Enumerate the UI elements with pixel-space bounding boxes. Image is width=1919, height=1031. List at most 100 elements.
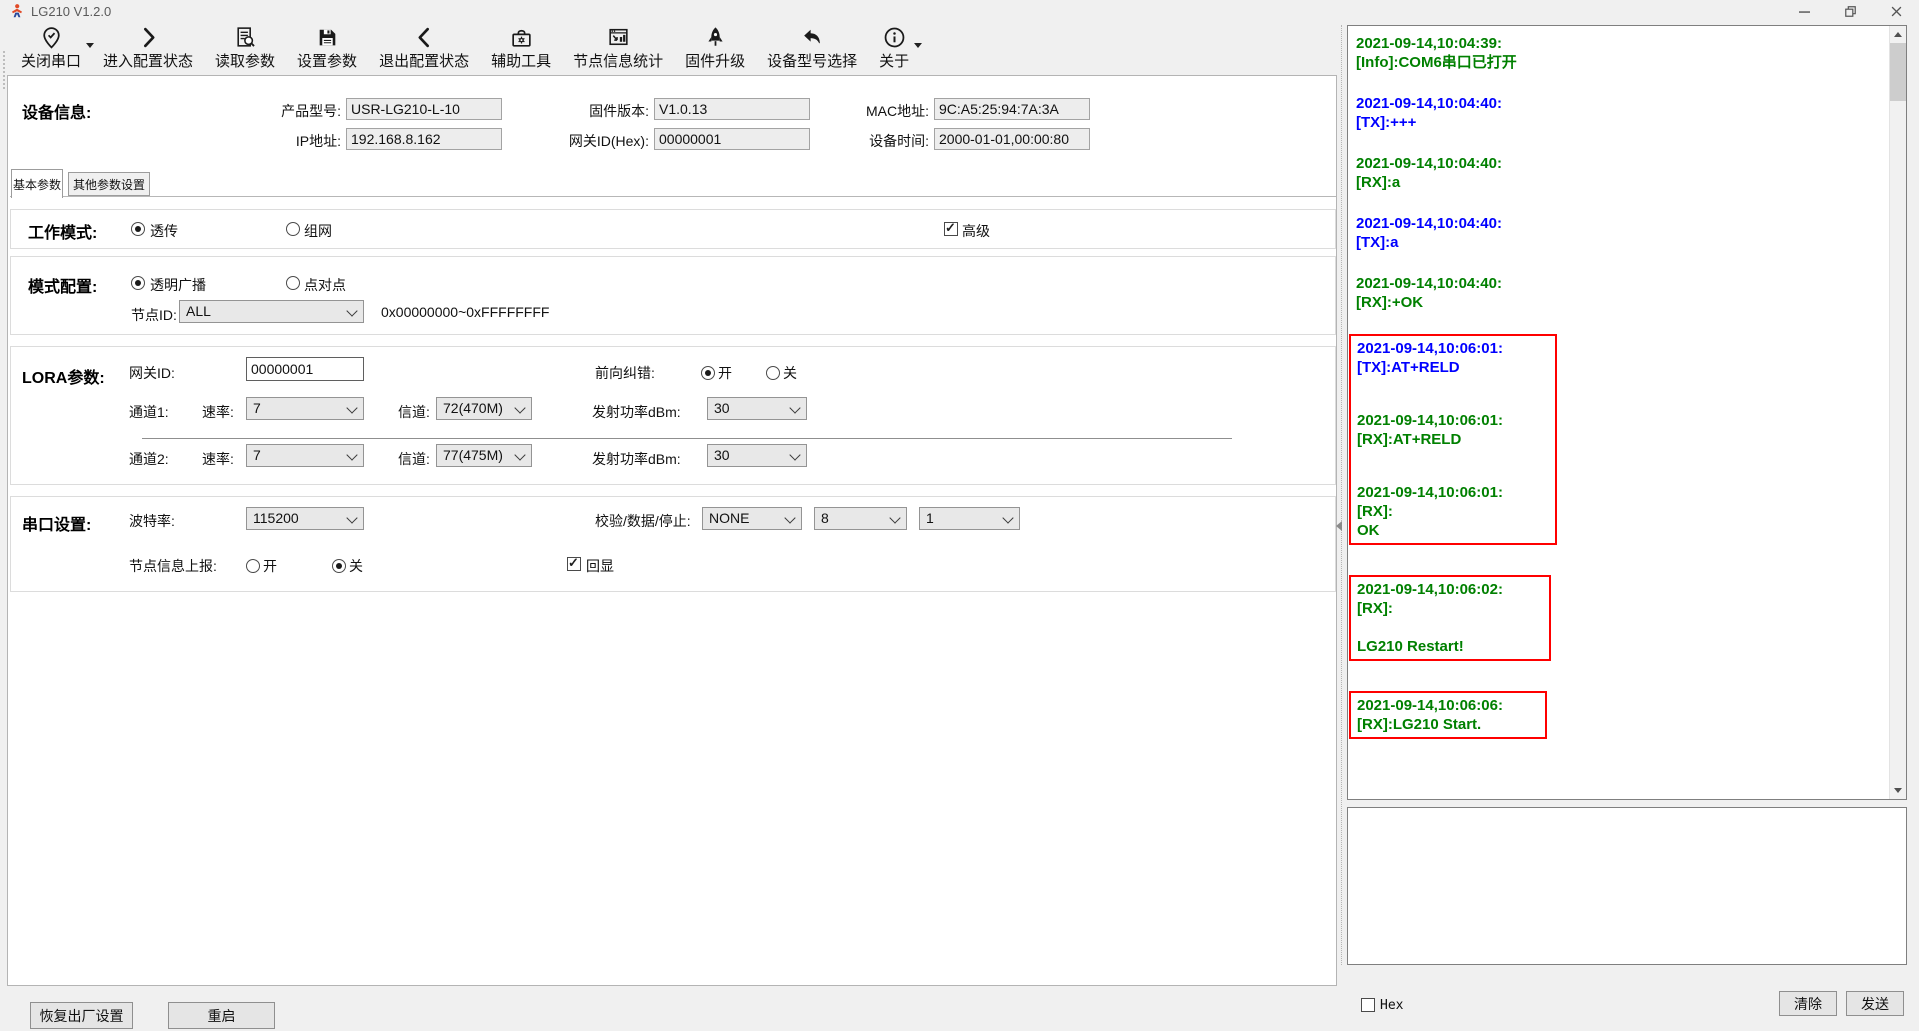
radio-label-networking[interactable]: 组网 bbox=[304, 221, 332, 241]
chevron-down-icon bbox=[889, 512, 900, 523]
channel2-power-select[interactable]: 30 bbox=[707, 444, 807, 467]
radio-transparent-broadcast[interactable] bbox=[131, 276, 145, 290]
field-label-gateway-id-hex: 网关ID(Hex): bbox=[529, 131, 649, 151]
radio-label-fec-on[interactable]: 开 bbox=[718, 363, 732, 383]
gateway-id-input[interactable] bbox=[246, 357, 364, 381]
radio-report-on[interactable] bbox=[246, 559, 260, 573]
radio-fec-on[interactable] bbox=[701, 366, 715, 380]
log-timestamp: 2021-09-14,10:04:39: bbox=[1356, 34, 1889, 53]
toolbar-item-node-stats[interactable]: 节点信息统计 bbox=[562, 23, 674, 71]
log-scrollbar[interactable] bbox=[1889, 26, 1906, 799]
channel2-chan-select[interactable]: 77(475M) bbox=[436, 444, 532, 467]
panel-splitter[interactable] bbox=[1341, 25, 1342, 965]
scroll-up-icon[interactable] bbox=[1890, 26, 1906, 43]
echo-checkbox[interactable] bbox=[567, 557, 581, 571]
node-id-select[interactable]: ALL bbox=[179, 300, 364, 323]
radio-label-transparent-broadcast[interactable]: 透明广播 bbox=[150, 275, 206, 295]
radio-label-report-off[interactable]: 关 bbox=[349, 556, 363, 576]
scroll-down-icon[interactable] bbox=[1890, 782, 1906, 799]
parity-data-stop-label: 校验/数据/停止: bbox=[595, 511, 691, 531]
mode-config-title: 模式配置: bbox=[28, 273, 97, 297]
tab-label: 其他参数设置 bbox=[73, 176, 145, 193]
product-model-field[interactable] bbox=[346, 98, 502, 120]
field-label-device-time: 设备时间: bbox=[809, 131, 929, 151]
channel1-chan-select[interactable]: 72(470M) bbox=[436, 397, 532, 420]
channel2-rate-select[interactable]: 7 bbox=[246, 444, 364, 467]
device-time-field[interactable] bbox=[934, 128, 1090, 150]
advanced-checkbox-label[interactable]: 高级 bbox=[962, 221, 990, 241]
radio-label-fec-off[interactable]: 关 bbox=[783, 363, 797, 383]
tab-other-params[interactable]: 其他参数设置 bbox=[68, 172, 150, 196]
tab-label: 基本参数 bbox=[13, 176, 61, 193]
window-title: LG210 V1.2.0 bbox=[31, 4, 111, 19]
toolbar-label: 进入配置状态 bbox=[103, 50, 193, 71]
channel1-power-value: 30 bbox=[714, 400, 730, 416]
clear-button[interactable]: 清除 bbox=[1779, 991, 1837, 1016]
log-entry: 2021-09-14,10:04:40: [TX]:+++ bbox=[1356, 94, 1889, 132]
lora-params-title: LORA参数: bbox=[22, 364, 105, 388]
radio-label-point-to-point[interactable]: 点对点 bbox=[304, 275, 346, 295]
stop-bits-select[interactable]: 1 bbox=[919, 507, 1020, 530]
toolbar-item-aux-tools[interactable]: 辅助工具 bbox=[480, 23, 562, 71]
data-bits-select[interactable]: 8 bbox=[814, 507, 907, 530]
node-id-range-hint: 0x00000000~0xFFFFFFFF bbox=[381, 304, 549, 320]
log-entry: 2021-09-14,10:04:40: [RX]:a bbox=[1356, 154, 1889, 192]
toolbar-item-enter-config[interactable]: 进入配置状态 bbox=[92, 23, 204, 71]
back-arrow-icon bbox=[800, 25, 825, 50]
ip-address-field[interactable] bbox=[346, 128, 502, 150]
parity-select[interactable]: NONE bbox=[702, 507, 802, 530]
send-button[interactable]: 发送 bbox=[1846, 991, 1904, 1016]
scrollbar-thumb[interactable] bbox=[1890, 43, 1906, 101]
chevron-down-icon bbox=[346, 512, 357, 523]
close-icon bbox=[1891, 6, 1902, 17]
chevron-right-icon bbox=[136, 25, 161, 50]
radio-report-off[interactable] bbox=[332, 559, 346, 573]
radio-transparent[interactable] bbox=[131, 222, 145, 236]
channel1-power-select[interactable]: 30 bbox=[707, 397, 807, 420]
log-timestamp: 2021-09-14,10:06:02: bbox=[1357, 580, 1543, 599]
channel1-chan-value: 72(470M) bbox=[443, 400, 503, 416]
mac-address-field[interactable] bbox=[934, 98, 1090, 120]
minimize-button[interactable] bbox=[1781, 0, 1827, 23]
factory-reset-button[interactable]: 恢复出厂设置 bbox=[30, 1002, 133, 1029]
log-entry: 2021-09-14,10:06:06: [RX]:LG210 Start. bbox=[1357, 696, 1539, 734]
advanced-checkbox[interactable] bbox=[944, 222, 958, 236]
baud-rate-select[interactable]: 115200 bbox=[246, 507, 364, 530]
radio-label-report-on[interactable]: 开 bbox=[263, 556, 277, 576]
app-logo-icon bbox=[9, 3, 25, 19]
radio-networking[interactable] bbox=[286, 222, 300, 236]
chevron-down-icon bbox=[789, 449, 800, 460]
log-message: [TX]:AT+RELD bbox=[1357, 358, 1549, 377]
toolbar-item-device-model-select[interactable]: 设备型号选择 bbox=[756, 23, 868, 71]
channel1-rate-select[interactable]: 7 bbox=[246, 397, 364, 420]
radio-point-to-point[interactable] bbox=[286, 276, 300, 290]
toolbar-item-about[interactable]: 关于 bbox=[868, 23, 920, 71]
firmware-version-field[interactable] bbox=[654, 98, 810, 120]
toolbar-item-close-serial[interactable]: 关闭串口 bbox=[10, 23, 92, 71]
close-button[interactable] bbox=[1873, 0, 1919, 23]
log-content[interactable]: 2021-09-14,10:04:39: [Info]:COM6串口已打开 20… bbox=[1348, 26, 1889, 799]
toolbar-item-set-params[interactable]: 设置参数 bbox=[286, 23, 368, 71]
echo-checkbox-label[interactable]: 回显 bbox=[586, 556, 614, 576]
gateway-id-hex-field[interactable] bbox=[654, 128, 810, 150]
toolbar-item-read-params[interactable]: 读取参数 bbox=[204, 23, 286, 71]
dropdown-caret-icon[interactable] bbox=[914, 43, 922, 48]
hex-checkbox-label[interactable]: Hex bbox=[1380, 998, 1403, 1013]
splitter-collapse-icon[interactable] bbox=[1336, 521, 1342, 531]
toolbar-label: 设置参数 bbox=[297, 50, 357, 71]
restore-button[interactable] bbox=[1827, 0, 1873, 23]
restart-button[interactable]: 重启 bbox=[168, 1002, 275, 1029]
hex-checkbox[interactable] bbox=[1361, 998, 1375, 1012]
titlebar: LG210 V1.2.0 bbox=[0, 0, 1919, 23]
radio-fec-off[interactable] bbox=[766, 366, 780, 380]
toolbar-item-firmware-upgrade[interactable]: 固件升级 bbox=[674, 23, 756, 71]
tab-basic-params[interactable]: 基本参数 bbox=[11, 169, 63, 198]
section-mode-config: 模式配置: 透明广播 点对点 节点ID: ALL 0x00000000~0xFF… bbox=[10, 256, 1336, 335]
send-input[interactable] bbox=[1347, 807, 1907, 965]
radio-label-transparent[interactable]: 透传 bbox=[150, 221, 178, 241]
chevron-down-icon bbox=[346, 449, 357, 460]
channel1-rate-label: 速率: bbox=[202, 402, 234, 422]
log-message: [Info]:COM6串口已打开 bbox=[1356, 53, 1889, 72]
toolbar-item-exit-config[interactable]: 退出配置状态 bbox=[368, 23, 480, 71]
log-timestamp: 2021-09-14,10:04:40: bbox=[1356, 214, 1889, 233]
